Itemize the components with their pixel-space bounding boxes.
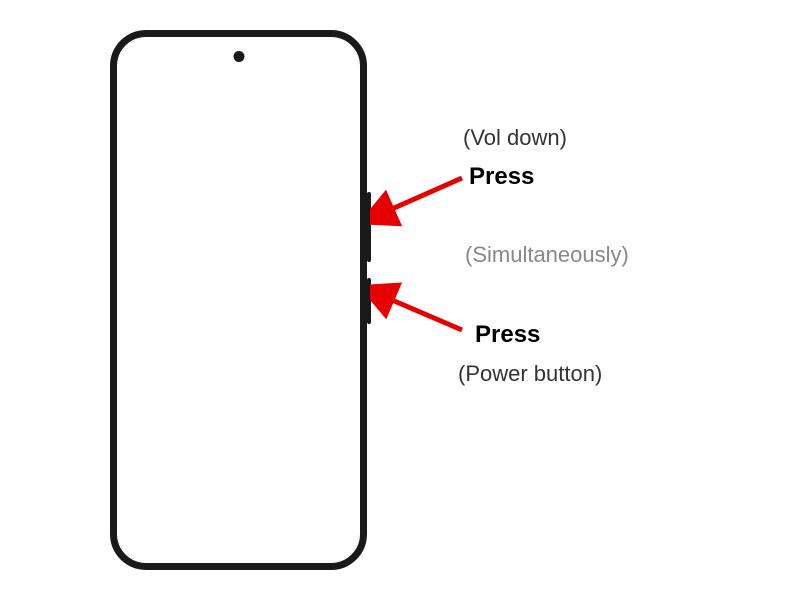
front-camera-icon <box>233 51 244 62</box>
arrow-to-volume-down-icon <box>370 170 470 230</box>
press-label-2: Press <box>475 321 540 349</box>
volume-down-label: (Vol down) <box>463 125 567 151</box>
simultaneously-label: (Simultaneously) <box>465 242 629 268</box>
phone-body <box>110 30 367 570</box>
press-label-1: Press <box>469 163 534 191</box>
arrow-to-power-button-icon <box>370 282 470 342</box>
power-button-label: (Power button) <box>458 361 602 387</box>
smartphone-illustration <box>110 30 367 570</box>
